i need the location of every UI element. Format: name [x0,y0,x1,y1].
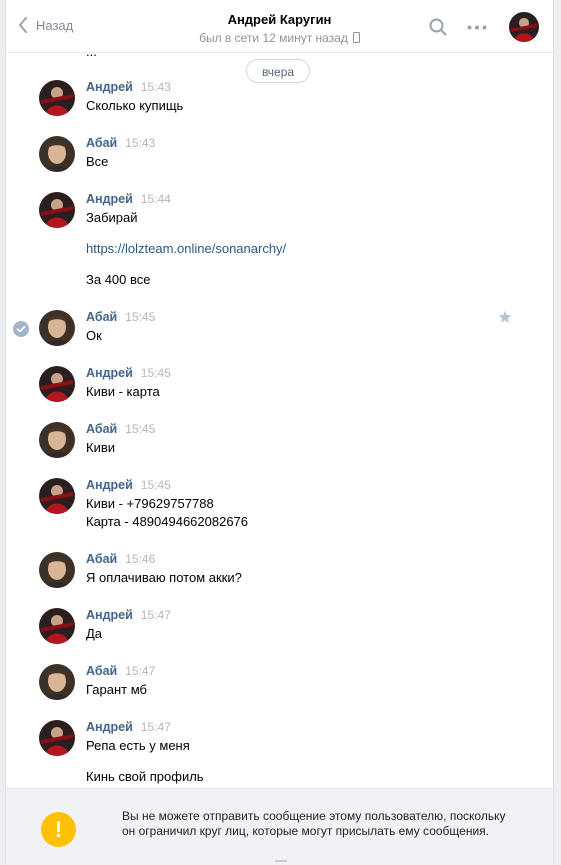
message-time: 15:46 [125,552,156,566]
author-name[interactable]: Андрей 15:45 [86,366,171,381]
author-name[interactable]: Абай 15:45 [86,310,155,325]
message-text: Забирай https://lolzteam.online/sonanarc… [86,210,287,287]
avatar[interactable] [39,478,75,514]
online-status-text: был в сети 12 минут назад [199,31,348,45]
author-name[interactable]: Абай 15:43 [86,136,155,151]
author-name[interactable]: Андрей 15:44 [86,192,171,207]
more-icon[interactable] [467,25,487,30]
avatar[interactable] [39,720,75,756]
author-name[interactable]: Абай 15:45 [86,422,155,437]
author-name[interactable]: Андрей 15:43 [86,80,171,95]
star-icon[interactable] [498,310,512,324]
avatar[interactable] [39,366,75,402]
message-text: Я оплачиваю потом акки? [86,570,242,585]
avatar[interactable] [39,608,75,644]
message-text: Киви [86,440,116,455]
message-text: Гарант мб [86,682,147,697]
avatar[interactable] [39,552,75,588]
message-time: 15:45 [125,310,156,324]
selected-check-icon[interactable] [13,321,29,337]
author-name[interactable]: Андрей 15:47 [86,608,171,623]
message-text: Ок [86,328,102,343]
restriction-text: Вы не можете отправить сообщение этому п… [122,809,506,838]
author-name[interactable]: Андрей 15:45 [86,478,171,493]
message-time: 15:47 [125,664,156,678]
message-link[interactable]: https://lolzteam.online/sonanarchy/ [86,240,286,258]
restriction-notice: ! Вы не можете отправить сообщение этому… [6,788,553,865]
author-name[interactable]: Андрей 15:47 [86,720,171,735]
message-time: 15:45 [140,366,171,380]
message-text: Киви - карта [86,384,160,399]
search-icon[interactable] [429,18,447,36]
avatar[interactable] [39,422,75,458]
avatar[interactable] [39,80,75,116]
message-text: Все [86,154,109,169]
author-name[interactable]: Абай 15:46 [86,552,155,567]
message-text: Киви - +79629757788 Карта - 489049466208… [86,496,249,529]
message-time: 15:43 [125,136,156,150]
message-text: Сколько купищь [86,98,184,113]
avatar[interactable] [509,12,539,42]
message-text: Да [86,626,103,641]
avatar[interactable] [39,310,75,346]
divider [275,860,287,862]
message-time: 15:45 [140,478,171,492]
mobile-icon [352,32,360,43]
message-time: 15:43 [140,80,171,94]
message-text: Репа есть у меня Кинь свой профиль [86,738,204,784]
message-time: 15:44 [140,192,171,206]
author-name[interactable]: Абай 15:47 [86,664,155,679]
message-time: 15:47 [140,608,171,622]
date-separator: вчера [246,59,310,83]
avatar[interactable] [39,192,75,228]
message-time: 15:47 [140,720,171,734]
message-time: 15:45 [125,422,156,436]
avatar[interactable] [39,136,75,172]
chat-header: Назад Андрей Каругин был в сети 12 минут… [6,0,553,53]
warning-icon: ! [41,812,76,847]
chat-window: Назад Андрей Каругин был в сети 12 минут… [5,0,554,865]
online-status: был в сети 12 минут назад [6,31,553,45]
avatar[interactable] [39,664,75,700]
